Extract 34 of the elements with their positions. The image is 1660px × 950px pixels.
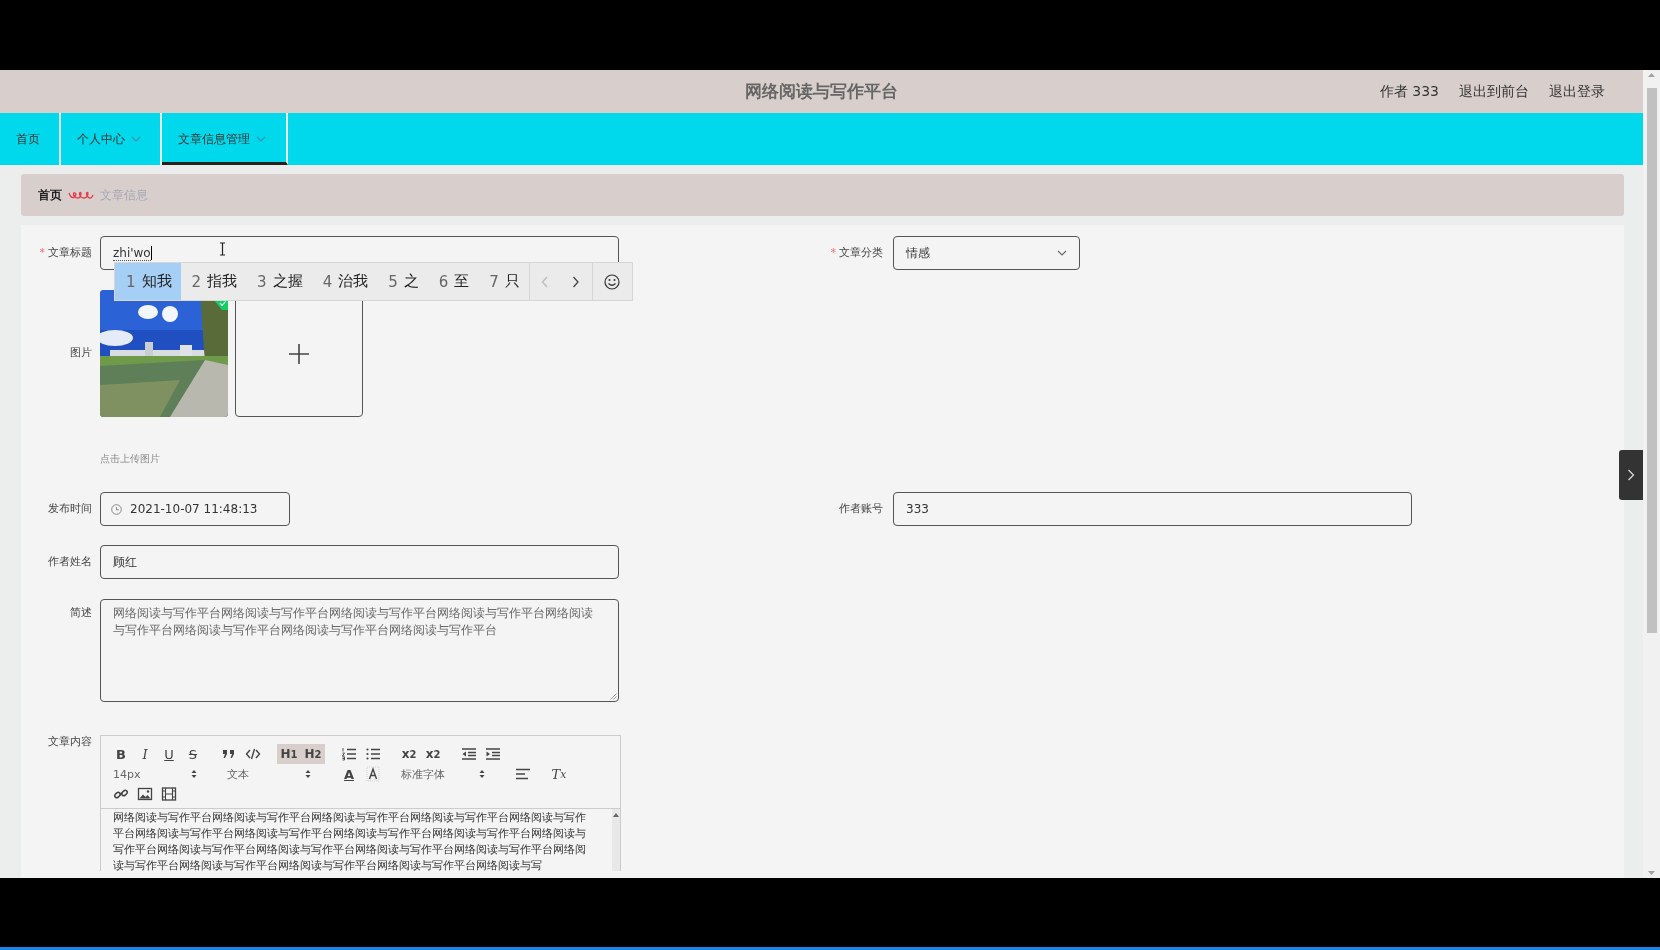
upload-hint: 点击上传图片 (100, 452, 160, 466)
field-label: 作者账号 (839, 502, 883, 515)
format-dropdown[interactable]: 标准字体 (397, 766, 489, 782)
nav-tab[interactable]: 个人中心 (61, 113, 162, 165)
field-label: 简述 (70, 606, 92, 619)
underline-button[interactable]: U (157, 744, 181, 764)
required-mark: * (830, 246, 836, 259)
editor-content: 网络阅读与写作平台网络阅读与写作平台网络阅读与写作平台网络阅读与写作平台网络阅读与写作平台网络阅读与写作平台网络阅读与写作平台网络阅读与写作平台网络阅读与写作平台网络阅读与写作平台网络阅读与写作平台网络阅读与写作平台网络阅读与写作平台网络阅读与写作平台网络阅读与写作平台网络阅读与写作平台网络阅读与写作平台网络阅读与写作平台网络阅读与写 (112, 810, 587, 871)
field-label: 作者姓名 (48, 555, 92, 568)
field-label: 图片 (70, 346, 92, 359)
format-dropdown[interactable]: 14px (109, 767, 201, 781)
category-select[interactable]: 情感 (893, 236, 1080, 270)
italic-button[interactable]: I (133, 744, 157, 764)
user-label: 作者 333 (1379, 82, 1439, 101)
header-link[interactable]: 退出登录 (1549, 82, 1605, 101)
name-field[interactable]: 顾红 (100, 545, 619, 579)
account-field[interactable]: 333 (893, 492, 1412, 526)
required-mark: * (39, 246, 45, 259)
ime-candidate[interactable]: 1 知我 (115, 263, 181, 300)
format-dropdown[interactable]: 文本 (223, 766, 315, 782)
field-label: 文章内容 (48, 735, 92, 748)
breadcrumb-link[interactable]: 首页 (38, 186, 62, 204)
date-field[interactable]: 2021-10-07 11:48:13 (100, 492, 290, 526)
header-link[interactable]: 退出到前台 (1459, 82, 1529, 101)
site-title: 网络阅读与写作平台 (743, 80, 899, 103)
nav-tab[interactable]: 文章信息管理 (162, 113, 288, 165)
summary-field[interactable]: 网络阅读与写作平台网络阅读与写作平台网络阅读与写作平台网络阅读与写作平台网络阅读与写作平台网络阅读与写作平台网络阅读与写作平台网络阅读与写作平台 (100, 599, 619, 702)
font-color-button[interactable]: A (337, 764, 361, 784)
strikethrough-button[interactable]: S (181, 744, 205, 764)
field-label: 文章分类 (839, 246, 883, 259)
field-label: 发布时间 (48, 502, 92, 515)
bold-button[interactable]: B (109, 744, 133, 764)
nav-tab[interactable]: 首页 (0, 113, 61, 165)
field-label: 文章标题 (48, 246, 92, 259)
